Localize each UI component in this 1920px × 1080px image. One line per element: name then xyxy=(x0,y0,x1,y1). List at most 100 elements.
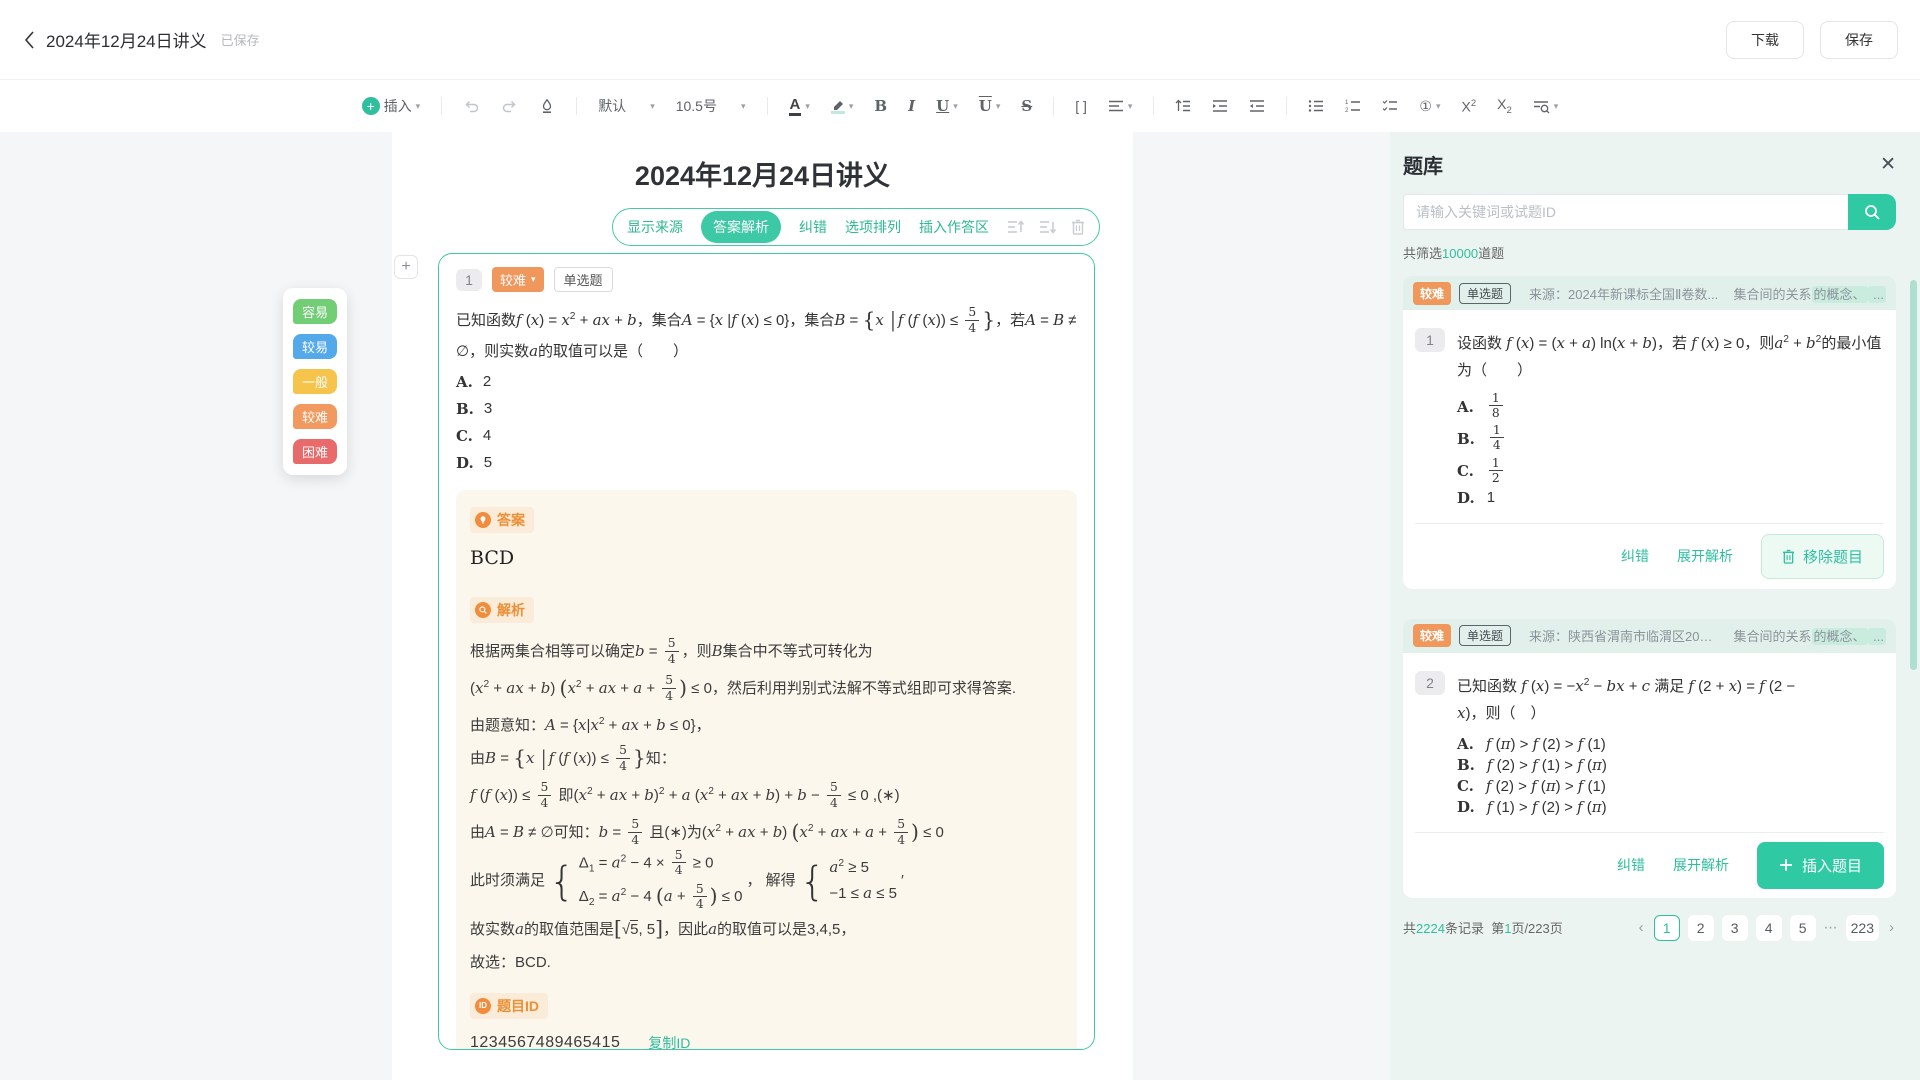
subscript-button[interactable]: X2 xyxy=(1497,96,1512,116)
question-tab[interactable]: 纠错 xyxy=(799,217,827,237)
download-button[interactable]: 下载 xyxy=(1726,21,1804,59)
trash-icon xyxy=(1782,549,1795,564)
ordered-list-button[interactable]: 12 xyxy=(1345,99,1361,113)
question-card: 1 较难▾ 单选题 已知函数f (x) = x2 + ax + b，集合A = … xyxy=(438,253,1095,1050)
analysis-line: 故选：BCD. xyxy=(470,946,1063,979)
difficulty-option[interactable]: 较易 xyxy=(293,334,337,359)
divider xyxy=(1053,97,1054,115)
caret-down-icon: ▾ xyxy=(849,101,854,112)
question-tab[interactable]: 选项排列 xyxy=(845,217,901,237)
search-bar xyxy=(1403,194,1896,230)
difficulty-option[interactable]: 较难 xyxy=(293,404,337,429)
remove-question-button[interactable]: 移除题目 xyxy=(1761,534,1884,579)
option-value: 2 xyxy=(483,369,491,395)
caret-down-icon: ▾ xyxy=(1436,101,1441,112)
undo-button[interactable] xyxy=(463,98,480,114)
difficulty-option[interactable]: 困难 xyxy=(293,439,337,464)
save-button[interactable]: 保存 xyxy=(1820,21,1898,59)
caret-down-icon: ▾ xyxy=(741,101,746,112)
option-value: 14 xyxy=(1487,424,1507,453)
question-option: A.18 xyxy=(1457,392,1884,421)
difficulty-option[interactable]: 容易 xyxy=(293,299,337,324)
circled-number-icon: ① xyxy=(1419,98,1432,115)
move-down-button[interactable] xyxy=(1039,219,1057,235)
caret-down-icon: ▾ xyxy=(996,101,1001,112)
question-option: B.f (2) > f (1) > f (π) xyxy=(1457,756,1884,774)
indent-decrease-button[interactable] xyxy=(1249,99,1265,113)
option-label: B. xyxy=(1457,756,1475,774)
correct-link[interactable]: 纠错 xyxy=(1621,546,1649,566)
difficulty-badge[interactable]: 较难▾ xyxy=(492,267,544,292)
check-list-button[interactable] xyxy=(1382,99,1398,113)
bullet-list-button[interactable] xyxy=(1308,99,1324,113)
pagination-page[interactable]: 5 xyxy=(1790,915,1816,941)
font-color-button[interactable]: A▾ xyxy=(789,96,810,116)
prev-page-button[interactable]: ‹ xyxy=(1637,919,1646,936)
numbering-style-button[interactable]: ①▾ xyxy=(1419,98,1440,115)
back-button[interactable] xyxy=(22,29,36,51)
insert-button[interactable]: + 插入 ▾ xyxy=(362,96,421,116)
question-stem: 设函数 f (x) = (x + a) ln(x + b)，若 f (x) ≥ … xyxy=(1457,326,1884,384)
analysis-line: 此时须满足{Δ1 = a2 − 4 × 54 ≥ 0Δ2 = a2 − 4 (a… xyxy=(470,849,1063,913)
pagination-bar: 共2224条记录 第1页/223页 ‹ 12345⋯223› xyxy=(1403,915,1896,941)
caret-down-icon: ▾ xyxy=(1554,101,1559,112)
clear-format-button[interactable] xyxy=(539,98,555,114)
options-list: A.18B.14C.12D.1 xyxy=(1457,392,1884,507)
search-input[interactable] xyxy=(1403,194,1848,230)
insert-question-button[interactable]: 插入题目 xyxy=(1757,842,1884,889)
question-option: C.f (2) > f (π) > f (1) xyxy=(1457,777,1884,795)
move-up-button[interactable] xyxy=(1007,219,1025,235)
bank-card-header: 较难单选题来源：2024年新课标全国Ⅱ卷数...集合间的关系的概念、 ... xyxy=(1403,276,1896,310)
content-area: 2024年12月24日讲义 显示来源答案解析纠错选项排列插入作答区 + 容易较易… xyxy=(0,132,1920,1080)
pagination-page[interactable]: 223 xyxy=(1846,915,1879,941)
superscript-button[interactable]: X2 xyxy=(1462,98,1477,115)
add-block-button[interactable]: + xyxy=(394,255,418,279)
expand-analysis-link[interactable]: 展开解析 xyxy=(1677,546,1733,566)
italic-button[interactable]: I xyxy=(908,97,915,115)
line-spacing-button[interactable] xyxy=(1175,99,1191,113)
font-size-select[interactable]: 10.5号▾ xyxy=(676,96,746,116)
expand-analysis-link[interactable]: 展开解析 xyxy=(1673,855,1729,875)
next-page-button[interactable]: › xyxy=(1887,919,1896,936)
card-actions: 纠错 展开解析 插入题目 xyxy=(1415,832,1884,898)
plus-icon: + xyxy=(362,97,380,115)
redo-button[interactable] xyxy=(501,98,518,114)
caret-down-icon: ▾ xyxy=(953,101,958,112)
question-tab[interactable]: 显示来源 xyxy=(627,217,683,237)
question-tab[interactable]: 答案解析 xyxy=(701,211,781,243)
question-option: B. 14 xyxy=(1457,424,1884,453)
delete-question-button[interactable] xyxy=(1071,219,1085,235)
pagination-page[interactable]: 3 xyxy=(1722,915,1748,941)
font-color-icon: A xyxy=(789,96,802,116)
highlight-button[interactable]: ▾ xyxy=(831,99,854,114)
close-icon[interactable]: ✕ xyxy=(1880,155,1896,174)
document-title[interactable]: 2024年12月24日讲义 xyxy=(392,132,1133,193)
pagination-page[interactable]: 1 xyxy=(1654,915,1680,941)
highlight-icon xyxy=(831,99,845,114)
paragraph-style-select[interactable]: 默认▾ xyxy=(598,96,655,116)
trash-icon xyxy=(1071,219,1085,235)
pagination-page[interactable]: 2 xyxy=(1688,915,1714,941)
question-tab[interactable]: 插入作答区 xyxy=(919,217,989,237)
line-spacing-icon xyxy=(1175,99,1191,113)
caret-down-icon: ▾ xyxy=(1128,101,1133,112)
sidebar-scrollbar[interactable] xyxy=(1910,280,1917,670)
align-button[interactable]: ▾ xyxy=(1108,99,1133,113)
accent-mark-button[interactable]: U▾ xyxy=(979,97,1001,115)
knowledge-tag: 集合间的关系的概念、 ... xyxy=(1734,284,1886,303)
search-button[interactable] xyxy=(1848,194,1896,230)
difficulty-option[interactable]: 一般 xyxy=(293,369,337,394)
bank-question-card: 较难单选题来源：2024年新课标全国Ⅱ卷数...集合间的关系的概念、 ...1设… xyxy=(1403,276,1896,589)
underline-button[interactable]: U▾ xyxy=(936,97,958,115)
indent-increase-button[interactable] xyxy=(1212,99,1228,113)
bank-question: 2已知函数 f (x) = −x2 − bx + c 满足 f (2 + x) … xyxy=(1415,669,1884,727)
pagination-page[interactable]: 4 xyxy=(1756,915,1782,941)
correct-link[interactable]: 纠错 xyxy=(1617,855,1645,875)
copy-id-link[interactable]: 复制ID xyxy=(648,1033,690,1050)
find-replace-button[interactable]: ▾ xyxy=(1533,99,1559,114)
strikethrough-button[interactable]: S xyxy=(1021,97,1032,115)
brackets-button[interactable]: [ ] xyxy=(1075,98,1087,114)
tag-segment: 集合间的关系 xyxy=(1734,287,1812,302)
option-label: B. xyxy=(1457,430,1475,448)
bold-button[interactable]: B xyxy=(874,97,887,115)
